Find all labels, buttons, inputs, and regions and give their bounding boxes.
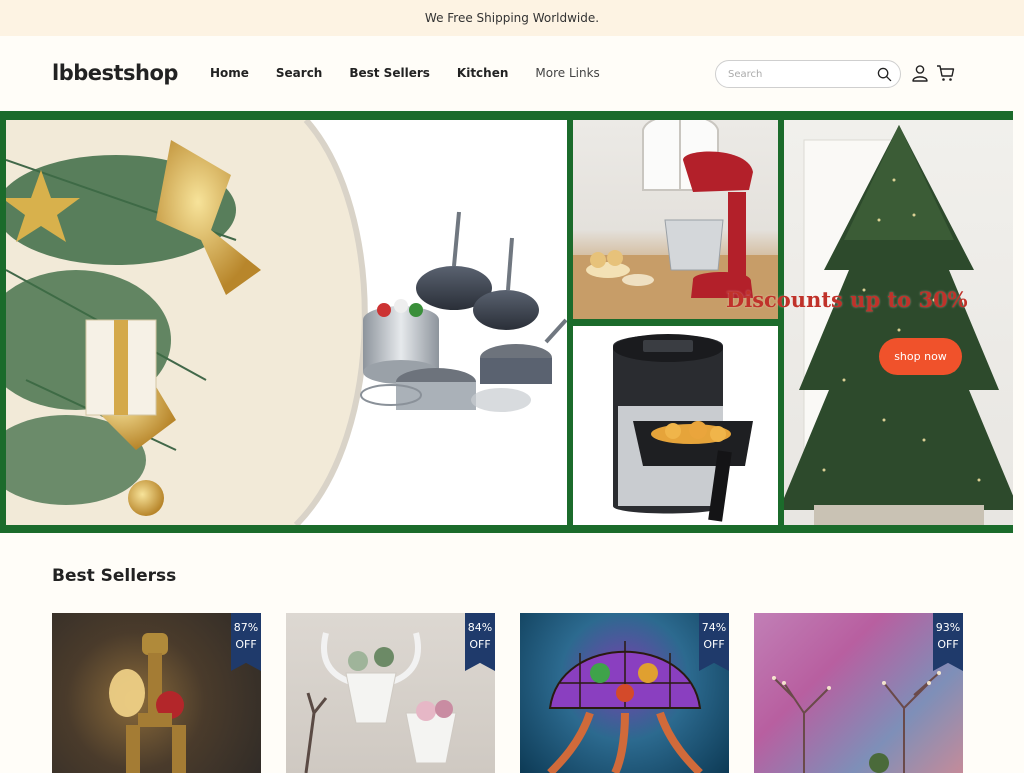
product-card[interactable]: 93% OFF [754, 613, 963, 773]
discount-off-label: OFF [469, 638, 491, 651]
cookware-illustration [6, 120, 567, 525]
cart-icon[interactable] [936, 64, 955, 82]
hero-banner[interactable]: Discounts up to 30% shop now [0, 111, 1013, 533]
discount-off-label: OFF [235, 638, 257, 651]
discount-badge: 87% OFF [231, 613, 261, 671]
bull-skull-decor-product-image [304, 632, 457, 773]
discount-percent: 84% [467, 621, 493, 634]
discount-percent: 87% [233, 621, 259, 634]
site-header: lbbestshop Home Search Best Sellers Kitc… [0, 36, 1024, 110]
announcement-bar: We Free Shipping Worldwide. [0, 0, 1024, 36]
discount-badge: 84% OFF [465, 613, 495, 671]
main-nav: Home Search Best Sellers Kitchen More Li… [210, 66, 600, 80]
nav-home[interactable]: Home [210, 66, 249, 80]
product-card[interactable]: 87% OFF [52, 613, 261, 773]
cookware-promo-image [6, 120, 567, 525]
promo-headline: Discounts up to 30% [726, 287, 968, 312]
fairy-light-tree-product-image [772, 671, 941, 773]
discount-percent: 74% [701, 621, 727, 634]
nav-best-sellers[interactable]: Best Sellers [349, 66, 430, 80]
pipe-lamp-product-image [109, 633, 186, 773]
shop-now-button[interactable]: shop now [879, 338, 962, 375]
air-fryer-promo-image [573, 326, 778, 525]
search-box [715, 60, 901, 88]
product-card[interactable]: 84% OFF [286, 613, 495, 773]
search-input[interactable] [728, 68, 877, 80]
nav-kitchen[interactable]: Kitchen [457, 66, 509, 80]
stained-glass-lamp-product-image [547, 641, 703, 773]
discount-off-label: OFF [937, 638, 959, 651]
discount-badge: 93% OFF [933, 613, 963, 671]
announcement-text: We Free Shipping Worldwide. [424, 11, 600, 25]
product-card[interactable]: 74% OFF [520, 613, 729, 773]
air-fryer-illustration [613, 334, 753, 522]
discount-percent: 93% [935, 621, 961, 634]
site-logo[interactable]: lbbestshop [52, 61, 178, 85]
discount-badge: 74% OFF [699, 613, 729, 671]
nav-more-links[interactable]: More Links [535, 66, 599, 80]
discount-off-label: OFF [703, 638, 725, 651]
account-icon[interactable] [911, 64, 929, 82]
nav-search[interactable]: Search [276, 66, 322, 80]
christmas-tree-illustration [784, 125, 1013, 525]
best-sellers-grid: 87% OFF 84% OFF 74% OFF 93% OFF [52, 613, 963, 773]
search-icon[interactable] [877, 67, 892, 82]
best-sellers-heading: Best Sellerss [52, 566, 177, 586]
christmas-tree-promo-image [784, 120, 1013, 525]
